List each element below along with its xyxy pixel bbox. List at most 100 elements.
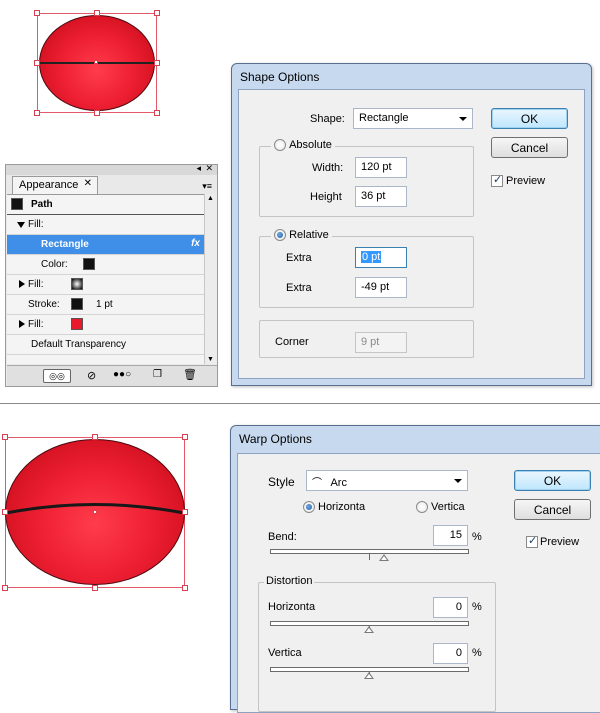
expand-right-icon[interactable] bbox=[19, 320, 25, 328]
bend-slider-midmark bbox=[369, 554, 370, 560]
preview-checkbox[interactable] bbox=[491, 173, 503, 187]
panel-menu-icon[interactable]: ▾≡ bbox=[202, 181, 212, 192]
panel-list: Path Fill: Rectangle fx Color: Fill: Str… bbox=[7, 194, 204, 364]
red-swatch[interactable] bbox=[71, 318, 83, 330]
ok-button[interactable]: OK bbox=[491, 108, 568, 129]
horizontal-radio[interactable] bbox=[303, 501, 315, 513]
section-divider bbox=[0, 403, 600, 404]
color-swatch[interactable] bbox=[83, 258, 95, 270]
absolute-radio[interactable] bbox=[274, 139, 286, 152]
distortion-label: Distortion bbox=[264, 575, 315, 587]
vertical-label: Vertica bbox=[431, 501, 465, 513]
handle-bc[interactable] bbox=[94, 110, 100, 116]
row-path[interactable]: Path bbox=[7, 195, 204, 215]
handle-tl[interactable] bbox=[34, 10, 40, 16]
vertical-radio[interactable] bbox=[416, 501, 428, 513]
row-fill-expanded[interactable]: Fill: bbox=[7, 215, 204, 235]
dist-horizontal-thumb[interactable] bbox=[364, 626, 374, 633]
tab-close-icon[interactable]: ✕ bbox=[84, 178, 92, 189]
row-transparency[interactable]: Default Transparency bbox=[7, 335, 204, 355]
fx-icon[interactable]: fx bbox=[191, 238, 200, 249]
shape-options-window: Shape Options Shape: Rectangle Absolute … bbox=[231, 63, 592, 386]
handle-ml[interactable] bbox=[34, 60, 40, 66]
stroke-label: Stroke: bbox=[28, 299, 60, 310]
style-dropdown[interactable]: ⌒ Arc bbox=[306, 470, 468, 491]
collapse-icon[interactable]: ◂ bbox=[196, 163, 201, 174]
new-art-basic-icon[interactable]: ◎◎ bbox=[43, 369, 71, 383]
handle-mc[interactable] bbox=[94, 60, 98, 64]
corner-field[interactable]: 9 pt bbox=[355, 332, 407, 353]
dist-vertical-field[interactable]: 0 bbox=[433, 643, 468, 664]
height-field[interactable]: 36 pt bbox=[355, 186, 407, 207]
handle-tr[interactable] bbox=[154, 10, 160, 16]
relative-radio[interactable] bbox=[274, 229, 286, 242]
scroll-up-icon[interactable]: ▲ bbox=[207, 195, 214, 202]
handle-tc[interactable] bbox=[94, 10, 100, 16]
handle-mr[interactable] bbox=[154, 60, 160, 66]
handle-bl[interactable] bbox=[34, 110, 40, 116]
relative-legend: Relative bbox=[271, 229, 332, 242]
shape-dropdown[interactable]: Rectangle bbox=[353, 108, 473, 129]
relative-label: Relative bbox=[289, 229, 329, 242]
warp-ok-button[interactable]: OK bbox=[514, 470, 591, 491]
handle-mc[interactable] bbox=[93, 510, 97, 514]
extra-width-label: Extra bbox=[286, 252, 312, 264]
handle-br[interactable] bbox=[154, 110, 160, 116]
warp-ok-label: OK bbox=[543, 474, 562, 488]
handle-tc[interactable] bbox=[92, 434, 98, 440]
delete-item-icon[interactable]: 🗑 bbox=[183, 368, 197, 381]
scroll-down-icon[interactable]: ▼ bbox=[207, 356, 214, 363]
expand-down-icon[interactable] bbox=[17, 222, 25, 228]
stroke-value: 1 pt bbox=[96, 299, 113, 310]
bend-field[interactable]: 15 bbox=[433, 525, 468, 546]
arc-icon: ⌒ bbox=[312, 478, 322, 489]
warp-preview-checkbox[interactable] bbox=[526, 534, 538, 548]
expand-right-icon[interactable] bbox=[19, 280, 25, 288]
horizontal-label: Horizonta bbox=[318, 501, 366, 513]
absolute-legend: Absolute bbox=[271, 139, 335, 152]
warp-cancel-label: Cancel bbox=[533, 503, 572, 517]
handle-bl[interactable] bbox=[2, 585, 8, 591]
stroke-swatch[interactable] bbox=[71, 298, 83, 310]
duplicate-item-icon[interactable]: ❐ bbox=[153, 369, 162, 380]
row-fill-gradient[interactable]: Fill: bbox=[7, 275, 204, 295]
gradient-swatch[interactable] bbox=[71, 278, 83, 290]
tab-appearance-label: Appearance bbox=[19, 179, 79, 191]
close-icon[interactable]: ✕ bbox=[205, 163, 213, 174]
appearance-panel: ◂ ✕ Appearance ✕ ▾≡ Path Fill: Rectangle… bbox=[5, 163, 218, 387]
height-label: Height bbox=[310, 191, 342, 203]
clear-appearance-icon[interactable]: ⊘ bbox=[87, 369, 96, 382]
row-color[interactable]: Color: bbox=[7, 255, 204, 275]
fill2-label: Fill: bbox=[28, 279, 44, 290]
row-fill-red[interactable]: Fill: bbox=[7, 315, 204, 335]
handle-tl[interactable] bbox=[2, 434, 8, 440]
handle-br[interactable] bbox=[182, 585, 188, 591]
row-rectangle-effect[interactable]: Rectangle fx bbox=[7, 235, 204, 255]
bend-percent: % bbox=[472, 531, 482, 543]
tab-appearance[interactable]: Appearance ✕ bbox=[12, 176, 98, 194]
extra-height-field[interactable]: -49 pt bbox=[355, 277, 407, 298]
dropdown-arrow-icon bbox=[454, 479, 462, 483]
extra-width-field[interactable]: 0 pt bbox=[355, 247, 407, 268]
shape-options-body: Shape: Rectangle Absolute Width: 120 pt … bbox=[238, 89, 585, 379]
handle-tr[interactable] bbox=[182, 434, 188, 440]
reduce-appearance-icon[interactable]: ●●○ bbox=[113, 369, 131, 380]
fill-label: Fill: bbox=[28, 219, 44, 230]
warp-cancel-button[interactable]: Cancel bbox=[514, 499, 591, 520]
handle-ml[interactable] bbox=[2, 509, 8, 515]
row-stroke[interactable]: Stroke: 1 pt bbox=[7, 295, 204, 315]
cancel-button[interactable]: Cancel bbox=[491, 137, 568, 158]
panel-header: ◂ ✕ bbox=[6, 163, 217, 175]
dist-vertical-thumb[interactable] bbox=[364, 672, 374, 679]
preview-label: Preview bbox=[506, 175, 546, 187]
panel-scrollbar[interactable]: ▲ ▼ bbox=[204, 194, 217, 364]
extra-height-value: -49 pt bbox=[361, 281, 390, 293]
dropdown-arrow-icon bbox=[459, 117, 467, 121]
handle-mr[interactable] bbox=[182, 509, 188, 515]
dist-horizontal-field[interactable]: 0 bbox=[433, 597, 468, 618]
cancel-label: Cancel bbox=[510, 141, 549, 155]
dist-vertical-label: Vertica bbox=[268, 647, 302, 659]
bend-slider-thumb[interactable] bbox=[379, 554, 389, 561]
width-field[interactable]: 120 pt bbox=[355, 157, 407, 178]
handle-bc[interactable] bbox=[92, 585, 98, 591]
